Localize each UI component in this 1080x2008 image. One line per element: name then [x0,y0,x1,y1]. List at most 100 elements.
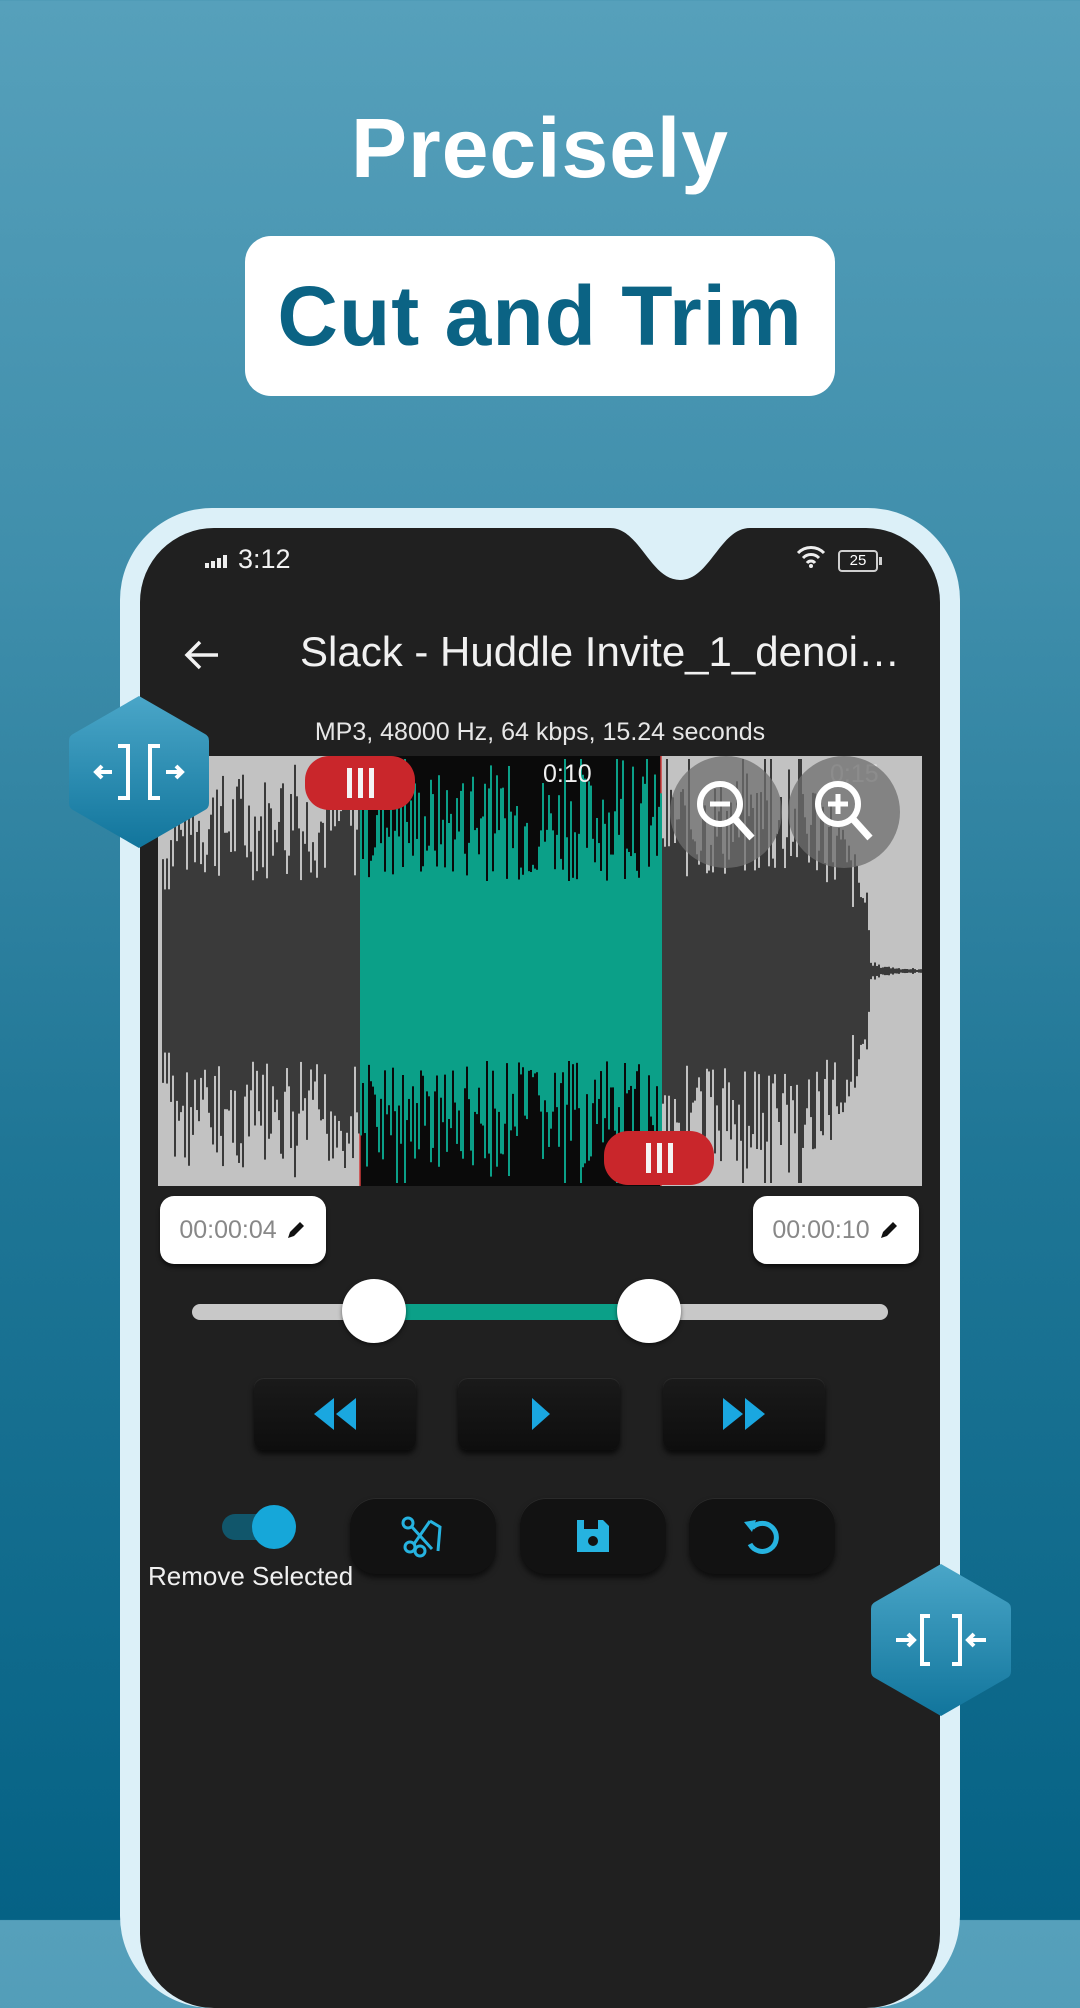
waveform-bar [824,863,826,1079]
cut-button[interactable] [350,1498,496,1574]
waveform-bar [834,879,836,1063]
range-end-thumb[interactable] [616,1279,681,1343]
waveform-bar [536,869,538,1073]
waveform-bar [870,962,872,980]
waveform-bar [250,851,252,1091]
waveform-bar [696,854,698,1088]
waveform-bar [816,870,818,1072]
zoom-in-button[interactable] [788,756,900,868]
rewind-button[interactable] [254,1378,416,1450]
waveform-bar [210,814,212,1128]
phone-screen: 3:12 25 Slack - Huddle Invite_1_denoi… M… [140,528,940,2008]
waveform-bar [350,825,352,1117]
waveform-bar [528,871,530,1071]
waveform-bar [232,799,234,1143]
waveform-bar [898,968,900,974]
waveform-bar [710,844,712,1098]
play-button[interactable] [458,1378,620,1450]
waveform-bar [604,823,606,1119]
waveform-bar [286,873,288,1069]
waveform-bar [502,787,504,1155]
waveform-bar [202,842,204,1100]
waveform-bar [808,862,810,1080]
pencil-icon[interactable] [285,1219,307,1241]
start-handle[interactable] [305,756,415,810]
start-time-field[interactable]: 00:00:04 [160,1196,326,1264]
waveform-bar [652,816,654,1126]
undo-icon [744,1520,779,1554]
end-time-value: 00:00:10 [772,1215,870,1244]
waveform-bar [162,859,164,1083]
waveform-bar [866,892,868,1050]
waveform-bar [346,809,348,1133]
waveform-bar [304,843,306,1099]
waveform-bar [514,815,516,1127]
waveform-bar [270,808,272,1134]
waveform-bar [170,840,172,1102]
waveform-bar [854,854,856,1088]
waveform-bar [248,805,250,1137]
waveform-bar [292,830,294,1112]
waveform-bar [446,790,448,1152]
waveform-bar [306,802,308,1140]
remove-selected-toggle[interactable] [222,1505,296,1549]
waveform-bar [630,856,632,1086]
waveform-bar [572,877,574,1065]
waveform-bar [818,850,820,1092]
waveform-bar [500,788,502,1154]
range-slider[interactable] [192,1279,888,1343]
waveform-bar [570,801,572,1141]
waveform-bar [860,897,862,1045]
waveform-bar [478,854,480,1088]
waveform-bar [484,783,486,1159]
save-button[interactable] [520,1498,666,1574]
promo-badge-text: Cut and Trim [277,268,803,363]
waveform-bar [368,877,370,1065]
waveform-editor[interactable]: 0:10 0:15 [158,756,922,1186]
waveform-bar [348,798,350,1144]
waveform-bar [240,798,242,1144]
waveform-bar [324,867,326,1075]
waveform-bar [284,850,286,1092]
waveform-bar [662,838,664,1104]
waveform-bar [882,967,884,975]
waveform-bar [280,788,282,1154]
waveform-bar [920,969,922,973]
reset-button[interactable] [689,1498,835,1574]
end-handle[interactable] [604,1131,714,1185]
waveform-bar [552,830,554,1112]
waveform-bar [182,836,184,1106]
waveform-bar [586,847,588,1095]
promo-badge: Cut and Trim [245,236,835,396]
waveform-bar [338,821,340,1121]
zoom-out-button[interactable] [670,756,782,868]
waveform-bar [252,880,254,1062]
waveform-bar [634,853,636,1089]
waveform-bar [472,776,474,1166]
waveform-bar [602,799,604,1143]
waveform-bar [352,783,354,1159]
waveform-bar [610,854,612,1088]
waveform-bar [344,773,346,1169]
waveform-bar [314,860,316,1082]
back-button[interactable] [180,633,224,677]
range-start-thumb[interactable] [342,1279,407,1343]
waveform-bar [466,875,468,1067]
waveform-bar [228,831,230,1111]
waveform-bar [410,800,412,1142]
promo-headline: Precisely [351,101,729,195]
fast-forward-button[interactable] [663,1378,825,1450]
end-time-field[interactable]: 00:00:10 [753,1196,919,1264]
waveform-bar [430,779,432,1163]
waveform-bar [386,827,388,1115]
waveform-bar [574,832,576,1110]
waveform-bar [594,862,596,1080]
waveform-bar [208,829,210,1113]
pencil-icon[interactable] [878,1219,900,1241]
waveform-bar [392,874,394,1068]
waveform-bar [644,783,646,1159]
waveform-bar [738,837,740,1105]
waveform-bar [402,867,404,1075]
waveform-bar [226,832,228,1110]
waveform-bar [796,857,798,1085]
